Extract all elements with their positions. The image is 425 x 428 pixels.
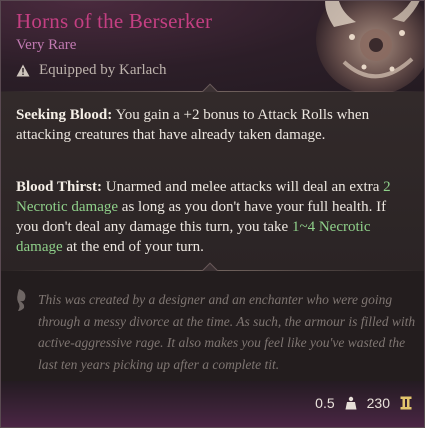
equipped-status: Equipped by Karlach — [16, 62, 166, 79]
effect-name: Blood Thirst: — [16, 179, 102, 195]
effect-blood-thirst: Blood Thirst: Unarmed and melee attacks … — [16, 177, 411, 257]
item-rarity: Very Rare — [16, 37, 77, 53]
equipped-by-label: Equipped by Karlach — [39, 62, 167, 78]
effect-name: Seeking Blood: — [16, 107, 113, 123]
effect-text: at the end of your turn. — [62, 239, 204, 255]
lore-text: This was created by a designer and an en… — [38, 292, 416, 372]
weight-icon — [345, 396, 357, 410]
item-tooltip: Horns of the Berserker Very Rare Equippe… — [0, 0, 425, 428]
item-stats: 0.5 230 — [315, 395, 412, 411]
tooltip-header: Horns of the Berserker Very Rare Equippe… — [1, 1, 424, 95]
tooltip-footer: 0.5 230 — [1, 381, 424, 427]
item-title: Horns of the Berserker — [16, 9, 213, 33]
feather-icon — [17, 289, 26, 311]
effects-section: Seeking Blood: You gain a +2 bonus to At… — [1, 92, 424, 270]
lore-section: This was created by a designer and an en… — [1, 271, 424, 383]
warning-triangle-icon — [16, 64, 30, 77]
effect-seeking-blood: Seeking Blood: You gain a +2 bonus to At… — [16, 105, 411, 145]
weight-value: 0.5 — [315, 395, 335, 411]
gold-coin-icon — [400, 396, 412, 410]
effect-text: Unarmed and melee attacks will deal an e… — [102, 179, 384, 195]
gold-value: 230 — [366, 395, 390, 411]
